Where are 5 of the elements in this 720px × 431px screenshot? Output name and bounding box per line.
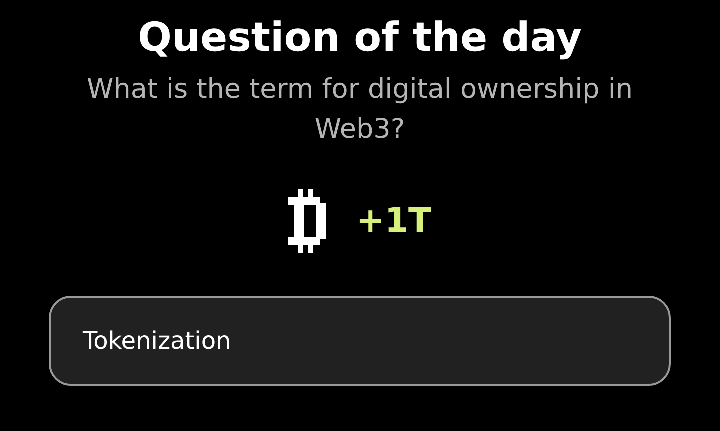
answer-option[interactable]: Tokenization [49,296,671,386]
reward-amount: +1T [356,201,432,241]
title: Question of the day [138,14,582,63]
question-text: What is the term for digital ownership in Web3? [86,73,634,147]
coin-icon [288,189,328,253]
